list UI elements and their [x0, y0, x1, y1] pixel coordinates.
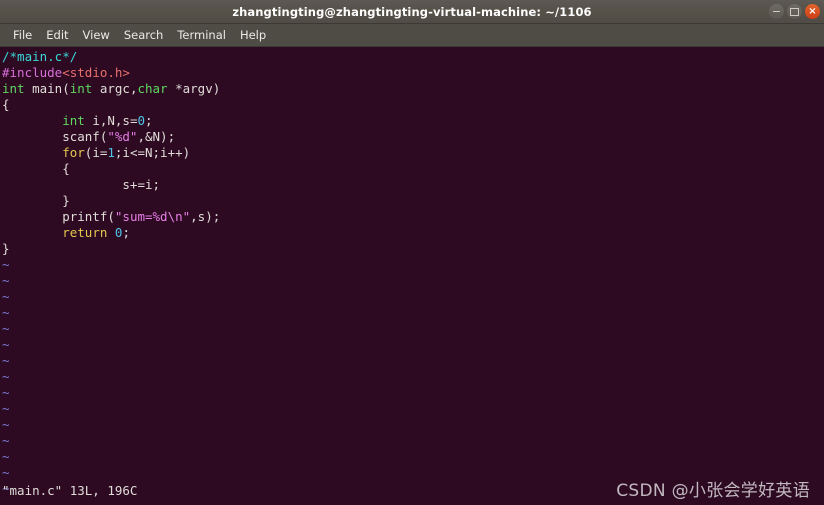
- code-token: int: [69, 81, 93, 96]
- empty-line-marker: ~: [2, 369, 10, 384]
- empty-line-marker: ~: [2, 449, 10, 464]
- maximize-button[interactable]: [787, 4, 802, 19]
- empty-line-marker: ~: [2, 289, 10, 304]
- empty-line-marker: ~: [2, 337, 10, 352]
- menu-item-help[interactable]: Help: [233, 26, 273, 44]
- code-token: *argv): [167, 81, 221, 96]
- code-line: for(i=1;i<=N;i++): [2, 145, 824, 161]
- code-token: s+=i;: [2, 177, 161, 192]
- close-button[interactable]: ×: [805, 4, 820, 19]
- empty-line-marker: ~: [2, 465, 10, 480]
- code-token: main(: [24, 81, 70, 96]
- code-token: "%d": [107, 129, 138, 144]
- vim-empty-lines: ~ ~ ~ ~ ~ ~ ~ ~ ~ ~ ~ ~ ~ ~ ~: [2, 257, 824, 497]
- code-line: #include<stdio.h>: [2, 65, 824, 81]
- code-line: int main(int argc,char *argv): [2, 81, 824, 97]
- menu-item-edit[interactable]: Edit: [39, 26, 75, 44]
- code-token: int: [62, 113, 85, 128]
- code-token: printf(: [2, 209, 115, 224]
- close-icon: ×: [808, 5, 817, 17]
- empty-line-marker: ~: [2, 305, 10, 320]
- code-token: (i=: [84, 145, 108, 160]
- empty-line-marker: ~: [2, 433, 10, 448]
- code-token: ,&N);: [137, 129, 176, 144]
- code-line: }: [2, 241, 824, 257]
- code-token: {: [2, 161, 70, 176]
- empty-line-marker: ~: [2, 321, 10, 336]
- code-token: scanf(: [2, 129, 108, 144]
- code-line: }: [2, 193, 824, 209]
- code-line: {: [2, 97, 824, 113]
- code-token: }: [2, 241, 10, 256]
- window-controls: ×: [769, 0, 820, 23]
- menu-item-file[interactable]: File: [6, 26, 39, 44]
- vim-buffer[interactable]: /*main.c*/#include<stdio.h> int main(int …: [2, 49, 824, 257]
- code-token: i,N,s=: [84, 113, 138, 128]
- empty-line-marker: ~: [2, 273, 10, 288]
- code-line: /*main.c*/: [2, 49, 824, 65]
- empty-line-marker: ~: [2, 385, 10, 400]
- code-line: return 0;: [2, 225, 824, 241]
- empty-line-marker: ~: [2, 417, 10, 432]
- menu-item-terminal[interactable]: Terminal: [170, 26, 233, 44]
- code-token: argc,: [92, 81, 138, 96]
- code-token: #include: [2, 65, 63, 80]
- empty-line-marker: ~: [2, 401, 10, 416]
- code-token: 1: [107, 145, 115, 160]
- code-token: 0: [137, 113, 146, 128]
- code-token: ,s);: [190, 209, 221, 224]
- code-token: ;: [122, 225, 130, 240]
- code-token: for: [62, 145, 85, 160]
- menu-item-view[interactable]: View: [76, 26, 117, 44]
- code-line: printf("sum=%d\n",s);: [2, 209, 824, 225]
- code-token: ;i<=N;i++): [114, 145, 191, 160]
- code-token: {: [2, 97, 10, 112]
- code-token: /*main.c*/: [2, 49, 78, 64]
- empty-line-marker: ~: [2, 257, 10, 272]
- menu-bar: File Edit View Search Terminal Help: [0, 24, 824, 47]
- maximize-icon: [790, 7, 799, 16]
- code-line: scanf("%d",&N);: [2, 129, 824, 145]
- code-line: int i,N,s=0;: [2, 113, 824, 129]
- code-line: {: [2, 161, 824, 177]
- terminal-screen[interactable]: /*main.c*/#include<stdio.h> int main(int …: [0, 47, 824, 505]
- code-token: char: [137, 81, 168, 96]
- code-token: return: [62, 225, 108, 240]
- terminal-window: zhangtingting@zhangtingting-virtual-mach…: [0, 0, 824, 505]
- code-token: <stdio.h>: [62, 65, 130, 80]
- menu-item-search[interactable]: Search: [117, 26, 171, 44]
- minimize-icon: [773, 10, 780, 13]
- window-title: zhangtingting@zhangtingting-virtual-mach…: [232, 4, 592, 19]
- code-token: "sum=%d\n": [114, 209, 191, 224]
- code-token: int: [2, 81, 25, 96]
- vim-status-line: "main.c" 13L, 196C: [2, 483, 138, 498]
- code-token: ;: [145, 113, 153, 128]
- code-token: }: [2, 193, 70, 208]
- window-titlebar[interactable]: zhangtingting@zhangtingting-virtual-mach…: [0, 0, 824, 24]
- minimize-button[interactable]: [769, 4, 784, 19]
- code-line: s+=i;: [2, 177, 824, 193]
- empty-line-marker: ~: [2, 353, 10, 368]
